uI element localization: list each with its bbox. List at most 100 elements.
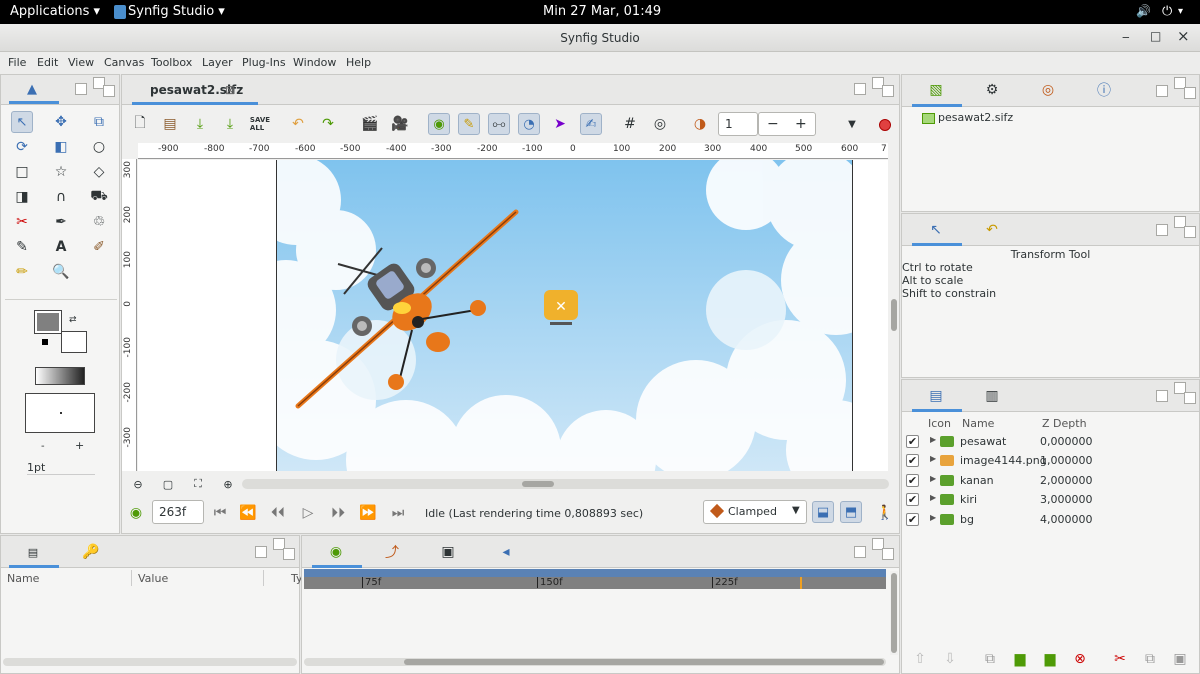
tool-options-tab-icon[interactable]: ↖ <box>926 220 946 240</box>
layers-col-name[interactable]: Name <box>962 417 994 430</box>
vscroll-thumb[interactable] <box>891 299 897 331</box>
expand-arrow-icon[interactable]: ▶ <box>930 493 936 502</box>
sets-tab-icon[interactable]: ▥ <box>982 386 1002 406</box>
params-col-name[interactable]: Name <box>7 572 39 585</box>
menu-toolbox[interactable]: Toolbox <box>151 56 192 69</box>
dock-icon[interactable] <box>1156 390 1168 402</box>
spin-minus-button[interactable]: − <box>767 116 779 132</box>
render-stop-icon[interactable] <box>879 119 891 131</box>
dock-icon[interactable] <box>854 546 866 558</box>
next-frame-icon[interactable]: ⏵⏵ <box>328 503 348 523</box>
info-tab-icon[interactable]: ⓘ <box>1094 80 1114 100</box>
dock-icon[interactable] <box>75 83 87 95</box>
canvas-hscroll[interactable] <box>242 479 889 489</box>
width-value[interactable]: 1pt <box>27 461 95 475</box>
layer-visible-checkbox[interactable]: ✔ <box>906 493 919 506</box>
prev-frame-icon[interactable]: ⏴⏴ <box>268 503 288 523</box>
gradient-swatch[interactable] <box>35 367 85 385</box>
layer-visible-checkbox[interactable]: ✔ <box>906 513 919 526</box>
close-tab-icon[interactable]: ⊠ <box>225 83 235 97</box>
layers-tab-icon[interactable]: ▤ <box>926 386 946 406</box>
library-tab-icon[interactable]: ⚙ <box>982 80 1002 100</box>
text-tool-icon[interactable]: A <box>51 237 71 257</box>
prev-keyframe-icon[interactable]: ⏪ <box>238 503 258 523</box>
expand-arrow-icon[interactable]: ▶ <box>930 435 936 444</box>
transform-tool-icon[interactable]: ↖ <box>11 111 33 133</box>
dock-icon[interactable] <box>882 548 894 560</box>
canvas-browser-tab-icon[interactable]: ▧ <box>926 80 946 100</box>
layer-visible-checkbox[interactable]: ✔ <box>906 454 919 467</box>
ruler-horizontal[interactable]: -900 -800 -700 -600 -500 -400 -300 -200 … <box>138 143 888 159</box>
circle-tool-icon[interactable]: ○ <box>89 137 109 157</box>
lock-past-keyframe-icon[interactable]: ⬓ <box>812 501 834 523</box>
animation-mode-toggle-icon[interactable]: 🚶 <box>875 503 895 523</box>
sound-tab-icon[interactable]: ◂ <box>496 542 516 562</box>
menu-layer[interactable]: Layer <box>202 56 233 69</box>
cut-layer-icon[interactable]: ✂ <box>1110 649 1130 669</box>
expand-arrow-icon[interactable]: ▶ <box>930 454 936 463</box>
spline-tool-icon[interactable]: ∩ <box>51 187 71 207</box>
keyframes-tab-icon[interactable]: ▣ <box>438 542 458 562</box>
fill-color-swatch[interactable] <box>61 331 87 353</box>
layer-visible-checkbox[interactable]: ✔ <box>906 435 919 448</box>
reset-colors-icon[interactable] <box>42 339 48 345</box>
layers-col-icon[interactable]: Icon <box>928 417 951 430</box>
onion-skin-past-icon[interactable]: ◑ <box>690 114 710 134</box>
zoom-100-icon[interactable]: ▢ <box>158 474 178 494</box>
lower-layer-icon[interactable]: ⇩ <box>940 649 960 669</box>
canvas-image[interactable]: ✕ <box>276 160 853 471</box>
width-increase-button[interactable]: + <box>75 439 84 452</box>
lock-future-keyframe-icon[interactable]: ⬒ <box>840 501 862 523</box>
gradient-tool-icon[interactable]: ◨ <box>12 187 32 207</box>
render-icon[interactable]: 🎬 <box>360 114 380 134</box>
animation-mode-icon[interactable]: ◉ <box>126 503 146 523</box>
hscroll-thumb[interactable] <box>404 659 884 665</box>
toolbox-tab-icon[interactable]: ▲ <box>27 82 37 97</box>
history-tab-icon[interactable]: ↶ <box>982 220 1002 240</box>
next-keyframe-icon[interactable]: ⏩ <box>358 503 378 523</box>
frame-spin-input[interactable]: 1 <box>718 112 758 136</box>
ungroup-layer-icon[interactable]: ▆ <box>1040 649 1060 669</box>
layer-row[interactable]: ✔ ▶ kanan 2,000000 <box>906 472 1196 491</box>
undo-icon[interactable]: ↶ <box>288 114 308 134</box>
layers-col-z[interactable]: Z Depth <box>1042 417 1087 430</box>
save-all-icon[interactable]: SAVE ALL <box>250 114 270 134</box>
params-hscroll[interactable] <box>3 658 297 666</box>
seek-end-icon[interactable]: ⏭ <box>388 503 408 523</box>
save-icon[interactable]: ⤓ <box>190 114 210 134</box>
menu-plugins[interactable]: Plug-Ins <box>242 56 286 69</box>
layer-row[interactable]: ✔ ▶ bg 4,000000 <box>906 511 1196 530</box>
bone-handles-icon[interactable]: ➤ <box>550 114 570 134</box>
zoom-in-icon[interactable]: ⊕ <box>218 474 238 494</box>
dock-icon[interactable] <box>1156 85 1168 97</box>
timetrack-vscroll[interactable] <box>890 571 898 655</box>
swap-colors-icon[interactable]: ⇄ <box>69 315 77 325</box>
dock-icon[interactable] <box>854 83 866 95</box>
current-frame-input[interactable]: 263f <box>152 500 204 524</box>
width-tool-icon[interactable]: ✒ <box>51 212 71 232</box>
maximize-button[interactable]: □ <box>1150 29 1161 43</box>
zoom-out-icon[interactable]: ⊖ <box>128 474 148 494</box>
grid-icon[interactable]: # <box>620 114 640 134</box>
app-menu[interactable]: Synfig Studio ▾ <box>128 4 225 19</box>
outline-color-swatch[interactable] <box>34 310 62 334</box>
curves-tab-icon[interactable]: ⤴ <box>382 542 402 562</box>
volume-icon[interactable]: 🔊 <box>1136 4 1151 18</box>
eyedropper-tool-icon[interactable]: ✎ <box>12 237 32 257</box>
expand-arrow-icon[interactable]: ▶ <box>930 513 936 522</box>
redo-icon[interactable]: ↷ <box>318 114 338 134</box>
menu-canvas[interactable]: Canvas <box>104 56 144 69</box>
menu-help[interactable]: Help <box>346 56 371 69</box>
applications-menu[interactable]: Applications ▾ <box>10 4 100 19</box>
canvas-file[interactable]: pesawat2.sifz <box>938 111 1013 124</box>
dock-icon[interactable] <box>283 548 295 560</box>
canvas-vscroll[interactable] <box>890 159 898 471</box>
library-tab-icon[interactable]: 🔑 <box>81 542 101 562</box>
save-as-icon[interactable]: ⤓ <box>220 114 240 134</box>
power-icon[interactable]: ⏻ <box>1162 4 1172 19</box>
star-tool-icon[interactable]: ☆ <box>51 162 71 182</box>
rectangle-tool-icon[interactable]: □ <box>12 162 32 182</box>
dock-icon[interactable] <box>882 85 894 97</box>
menu-edit[interactable]: Edit <box>37 56 58 69</box>
seek-begin-icon[interactable]: ⏮ <box>210 503 230 523</box>
